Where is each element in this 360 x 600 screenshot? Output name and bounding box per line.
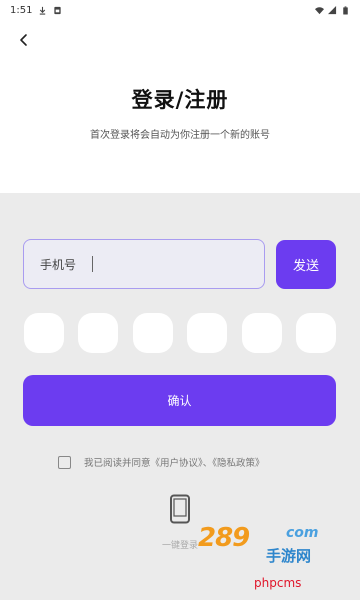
- watermark-domain: com: [286, 525, 319, 541]
- watermark-number: 289: [198, 523, 250, 553]
- verification-code-row: [24, 313, 336, 353]
- code-digit-box-6[interactable]: [295, 313, 336, 353]
- code-digit-box-3[interactable]: [132, 313, 173, 353]
- one-click-login-label: 一键登录: [161, 541, 198, 551]
- phone-placeholder: 手机号: [40, 257, 77, 272]
- watermark-logo: 289 com 手游网: [198, 523, 338, 567]
- page-title: 登录/注册: [131, 88, 229, 112]
- download-icon: [40, 6, 46, 15]
- sim-card-icon: [54, 6, 62, 14]
- back-button[interactable]: [12, 28, 36, 52]
- code-digit-box-5[interactable]: [241, 313, 282, 353]
- code-digit-box-1[interactable]: [24, 313, 64, 353]
- phone-input[interactable]: 手机号: [23, 239, 265, 289]
- watermark-text: 手游网: [266, 547, 312, 565]
- page-subtitle: 首次登录将会自动为你注册一个新的账号: [90, 130, 270, 141]
- code-digit-box-2[interactable]: [78, 313, 119, 353]
- code-digit-box-4[interactable]: [187, 313, 228, 353]
- status-time: 1:51: [10, 4, 33, 16]
- text-caret: [92, 256, 94, 272]
- send-code-button[interactable]: 发送: [276, 240, 336, 289]
- watermark-tag: phpcms: [254, 576, 302, 590]
- signal-icon: [328, 5, 337, 14]
- phone-icon: [170, 494, 190, 524]
- agreement-row: 我已阅读并同意《用户协议》、《隐私政策》: [58, 454, 265, 470]
- wifi-icon: [315, 6, 324, 14]
- battery-icon: [343, 5, 348, 15]
- confirm-button[interactable]: 确认: [23, 375, 336, 426]
- agreement-checkbox[interactable]: [58, 455, 71, 469]
- status-bar: 1:51: [0, 0, 360, 20]
- chevron-left-icon: [20, 34, 27, 46]
- agreement-text[interactable]: 我已阅读并同意《用户协议》、《隐私政策》: [84, 455, 265, 469]
